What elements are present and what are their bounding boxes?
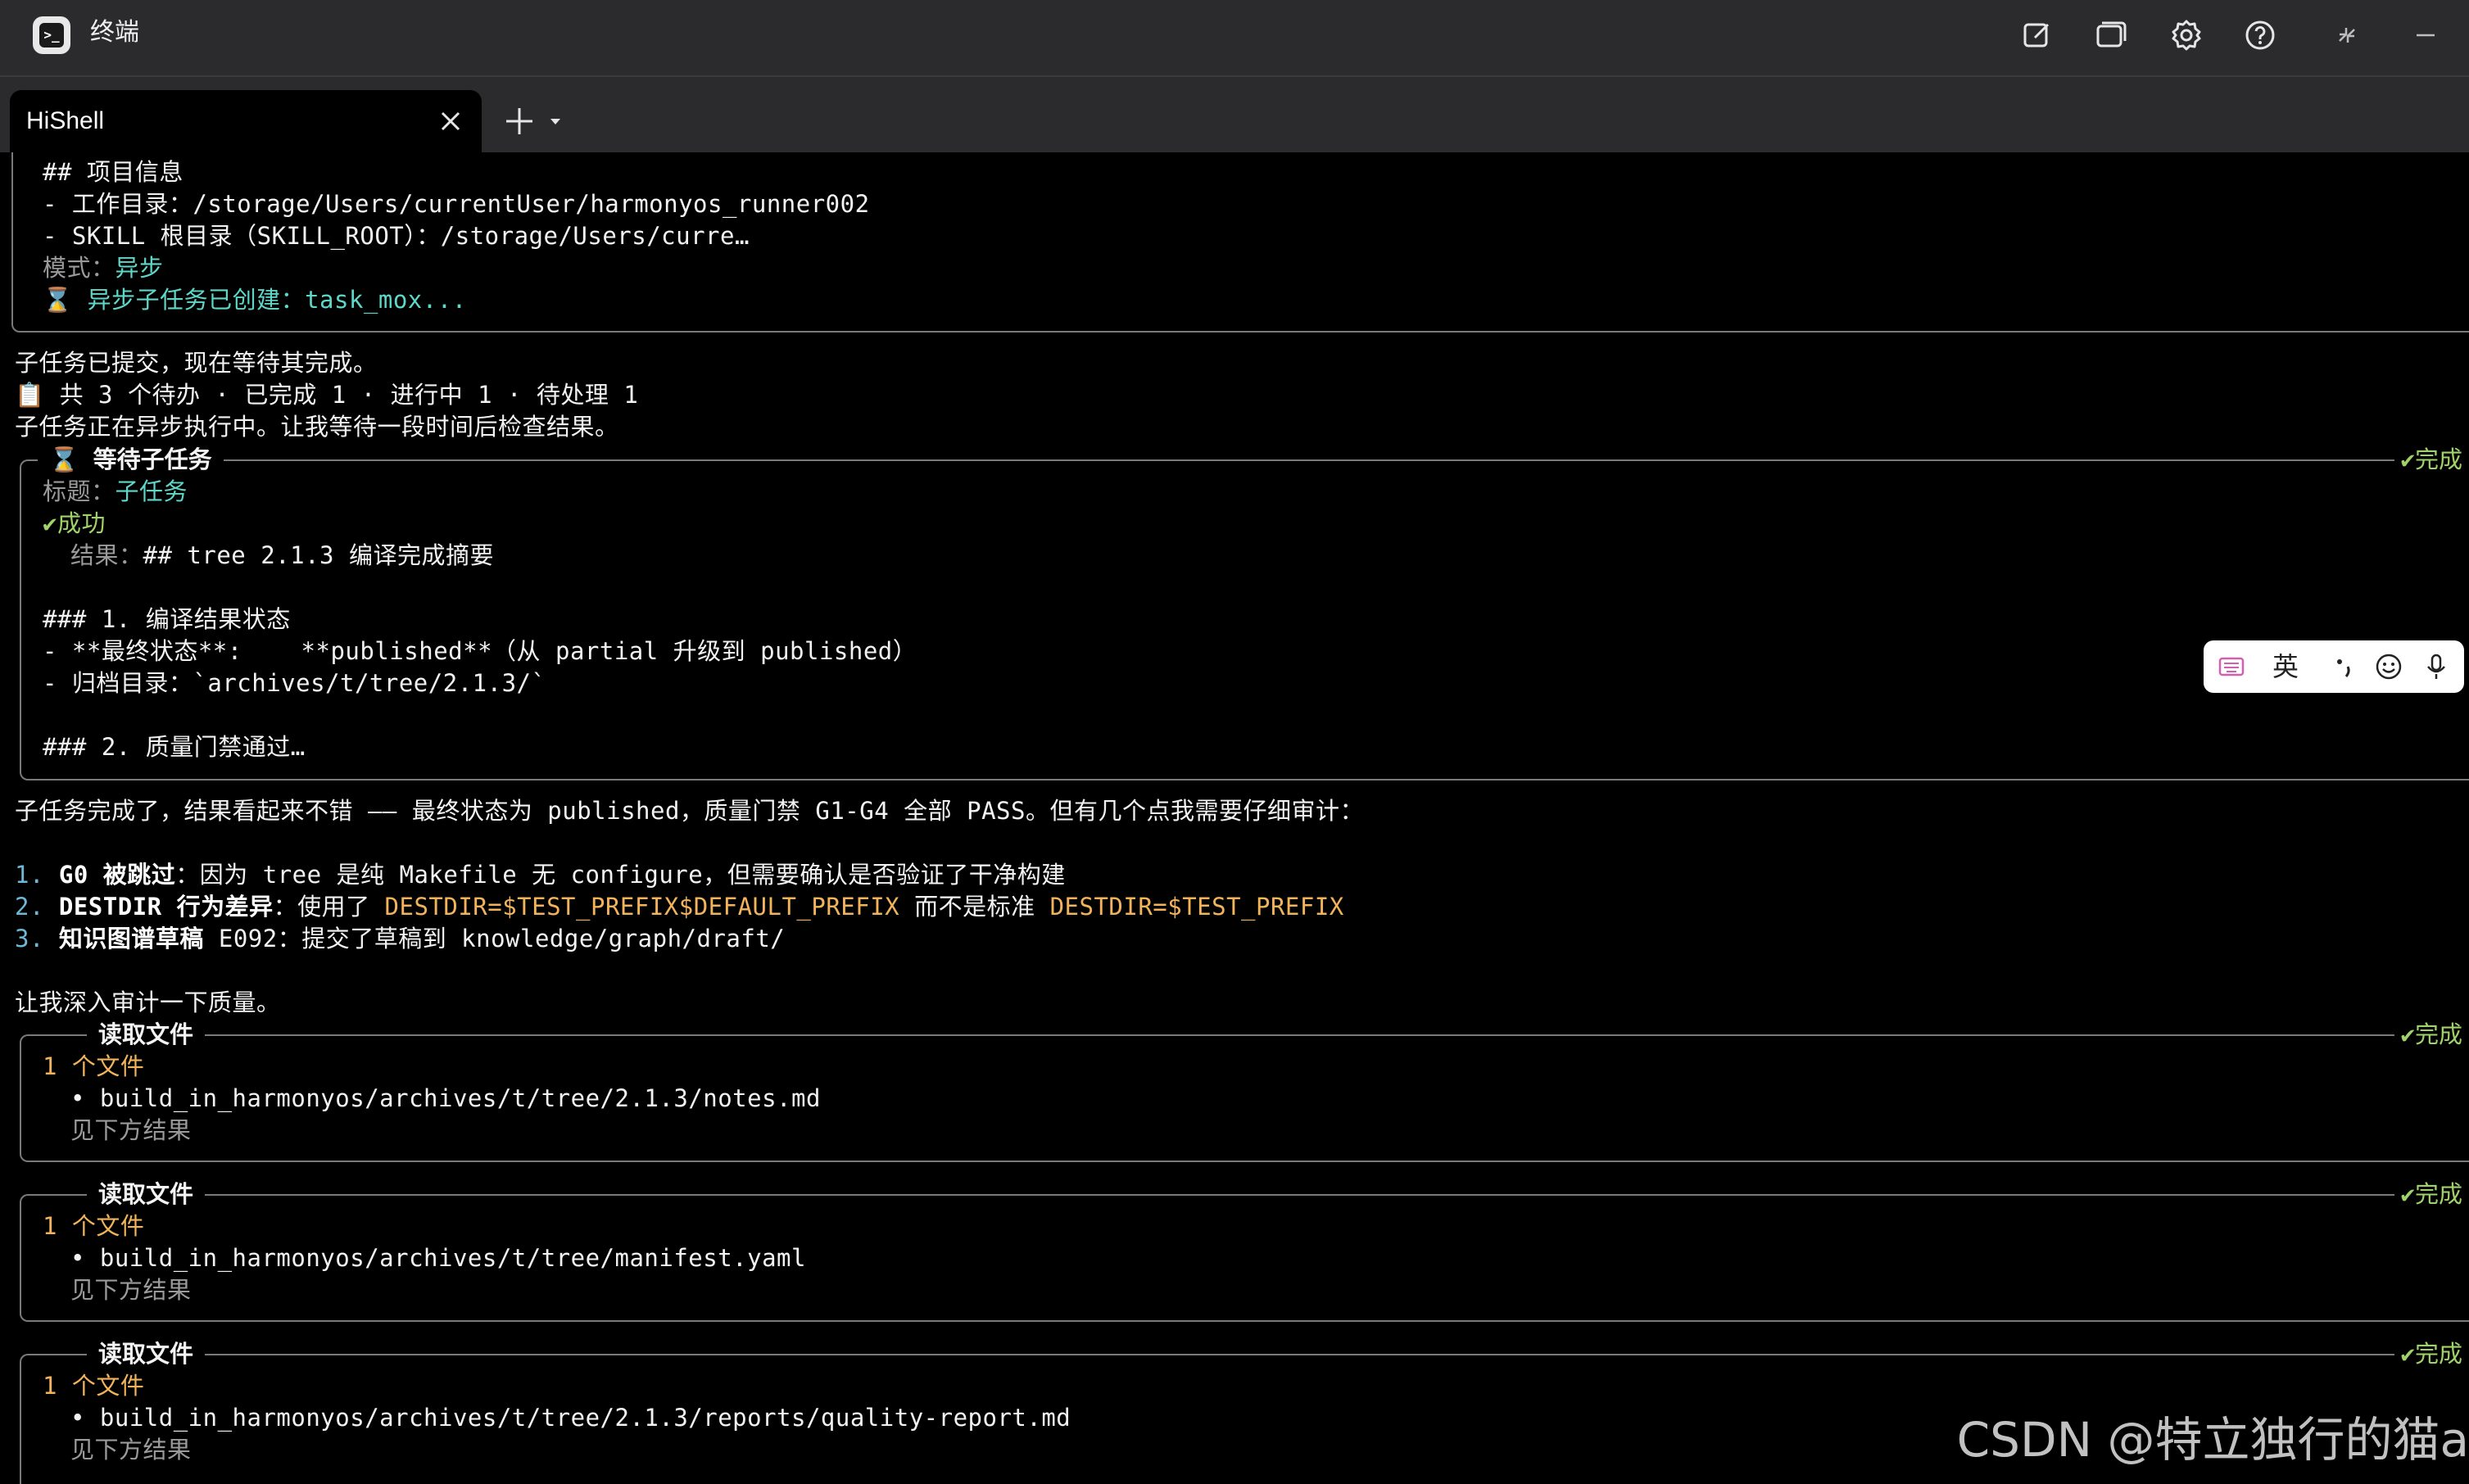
audit-item-2: 2. DESTDIR 行为差异：使用了 DESTDIR=$TEST_PREFIX…	[15, 893, 1344, 921]
success-line: ✔成功	[43, 508, 106, 540]
result-label: 结果：	[70, 541, 143, 569]
project-heading: ## 项目信息	[43, 158, 183, 186]
terminal-app-icon: >_	[33, 16, 70, 54]
msg-audit-intro: 子任务完成了，结果看起来不错 —— 最终状态为 published，质量门禁 G…	[15, 797, 1364, 825]
tab-bar: HiShell	[0, 77, 2469, 152]
final-state-line: - **最终状态**: **published**（从 partial 升级到 …	[43, 637, 917, 665]
msg-deep-audit: 让我深入审计一下质量。	[15, 989, 281, 1016]
tab-label: HiShell	[26, 107, 105, 134]
read-file-status: ✔完成	[2394, 1019, 2469, 1051]
read-file-status: ✔完成	[2394, 1179, 2469, 1210]
file-count: 1 个文件	[43, 1212, 145, 1240]
see-below-note: 见下方结果	[70, 1436, 192, 1464]
file-path: • build_in_harmonyos/archives/t/tree/2.1…	[70, 1084, 821, 1112]
microphone-icon[interactable]	[2420, 650, 2453, 683]
msg-waiting: 子任务正在异步执行中。让我等待一段时间后检查结果。	[15, 413, 619, 441]
settings-icon[interactable]	[2166, 15, 2207, 56]
mode-line: 模式：异步	[43, 252, 164, 284]
audit-item-1: 1. G0 被跳过：因为 tree 是纯 Makefile 无 configur…	[15, 861, 1066, 889]
section-1-heading: ### 1. 编译结果状态	[43, 605, 291, 633]
tab-hishell[interactable]: HiShell	[10, 90, 482, 152]
mode-label: 模式：	[43, 254, 116, 282]
read-file-status: ✔完成	[2394, 1338, 2469, 1370]
punctuation-icon[interactable]	[2328, 650, 2361, 683]
split-window-icon[interactable]	[2091, 15, 2131, 56]
help-icon[interactable]	[2240, 15, 2281, 56]
minimize-icon[interactable]	[2405, 15, 2446, 56]
file-path: • build_in_harmonyos/archives/t/tree/2.1…	[70, 1404, 1071, 1432]
subtask-title-value: 子任务	[115, 477, 188, 505]
ime-toolbar[interactable]: 英	[2204, 640, 2464, 693]
audit-item-3: 3. 知识图谱草稿 E092：提交了草稿到 knowledge/graph/dr…	[15, 925, 786, 952]
see-below-note: 见下方结果	[70, 1116, 192, 1144]
result-line: 结果：## tree 2.1.3 编译完成摘要	[70, 540, 494, 572]
read-file-header: 读取文件	[87, 1338, 206, 1370]
tab-dropdown-icon[interactable]	[547, 113, 564, 129]
mode-value: 异步	[115, 254, 164, 282]
archive-dir-line: - 归档目录：`archives/t/tree/2.1.3/`	[43, 669, 546, 697]
wait-subtask-title: 等待子任务	[93, 446, 212, 473]
check-icon-success: ✔成功	[43, 509, 106, 537]
emoji-icon[interactable]	[2372, 650, 2405, 683]
async-task-id: task_mox...	[305, 286, 467, 314]
wait-subtask-header: ⌛ 等待子任务	[38, 444, 224, 476]
watermark: CSDN @特立独行的猫a	[1956, 1412, 2469, 1468]
section-2-heading: ### 2. 质量门禁通过…	[43, 733, 306, 761]
subtask-title-label: 标题：	[43, 477, 116, 505]
see-below-note: 见下方结果	[70, 1276, 192, 1304]
wait-subtask-status: ✔完成	[2394, 444, 2469, 476]
file-count: 1 个文件	[43, 1052, 145, 1080]
hourglass-icon: ⌛	[43, 286, 73, 314]
add-tab-icon[interactable]	[501, 103, 537, 139]
read-file-header: 读取文件	[87, 1019, 206, 1051]
workdir-line: - 工作目录：/storage/Users/currentUser/harmon…	[43, 190, 870, 218]
title-bar: >_ 终端	[0, 0, 2469, 77]
keyboard-switch-icon[interactable]	[2215, 650, 2248, 683]
read-file-header: 读取文件	[87, 1179, 206, 1210]
skill-root-line: - SKILL 根目录（SKILL_ROOT）：/storage/Users/c…	[43, 222, 750, 250]
new-window-icon[interactable]	[2017, 15, 2058, 56]
file-count: 1 个文件	[43, 1372, 145, 1400]
file-path: • build_in_harmonyos/archives/t/tree/man…	[70, 1244, 806, 1272]
async-created-label: 异步子任务已创建：	[87, 286, 306, 314]
todo-summary: 📋 共 3 个待办 · 已完成 1 · 进行中 1 · 待处理 1	[15, 381, 639, 409]
window-title: 终端	[90, 18, 139, 47]
hourglass-icon: ⌛	[49, 446, 79, 473]
async-created-line: ⌛ 异步子任务已创建：task_mox...	[43, 284, 467, 316]
ime-language[interactable]: 英	[2272, 649, 2299, 685]
wait-subtask-box	[20, 459, 2469, 780]
result-value: ## tree 2.1.3 编译完成摘要	[143, 541, 494, 569]
msg-submitted: 子任务已提交，现在等待其完成。	[15, 349, 378, 377]
subtask-title-line: 标题：子任务	[43, 476, 188, 508]
terminal-output[interactable]: ## 项目信息 - 工作目录：/storage/Users/currentUse…	[0, 152, 2469, 1484]
restore-icon[interactable]	[2326, 15, 2367, 56]
close-tab-icon[interactable]	[437, 108, 464, 134]
